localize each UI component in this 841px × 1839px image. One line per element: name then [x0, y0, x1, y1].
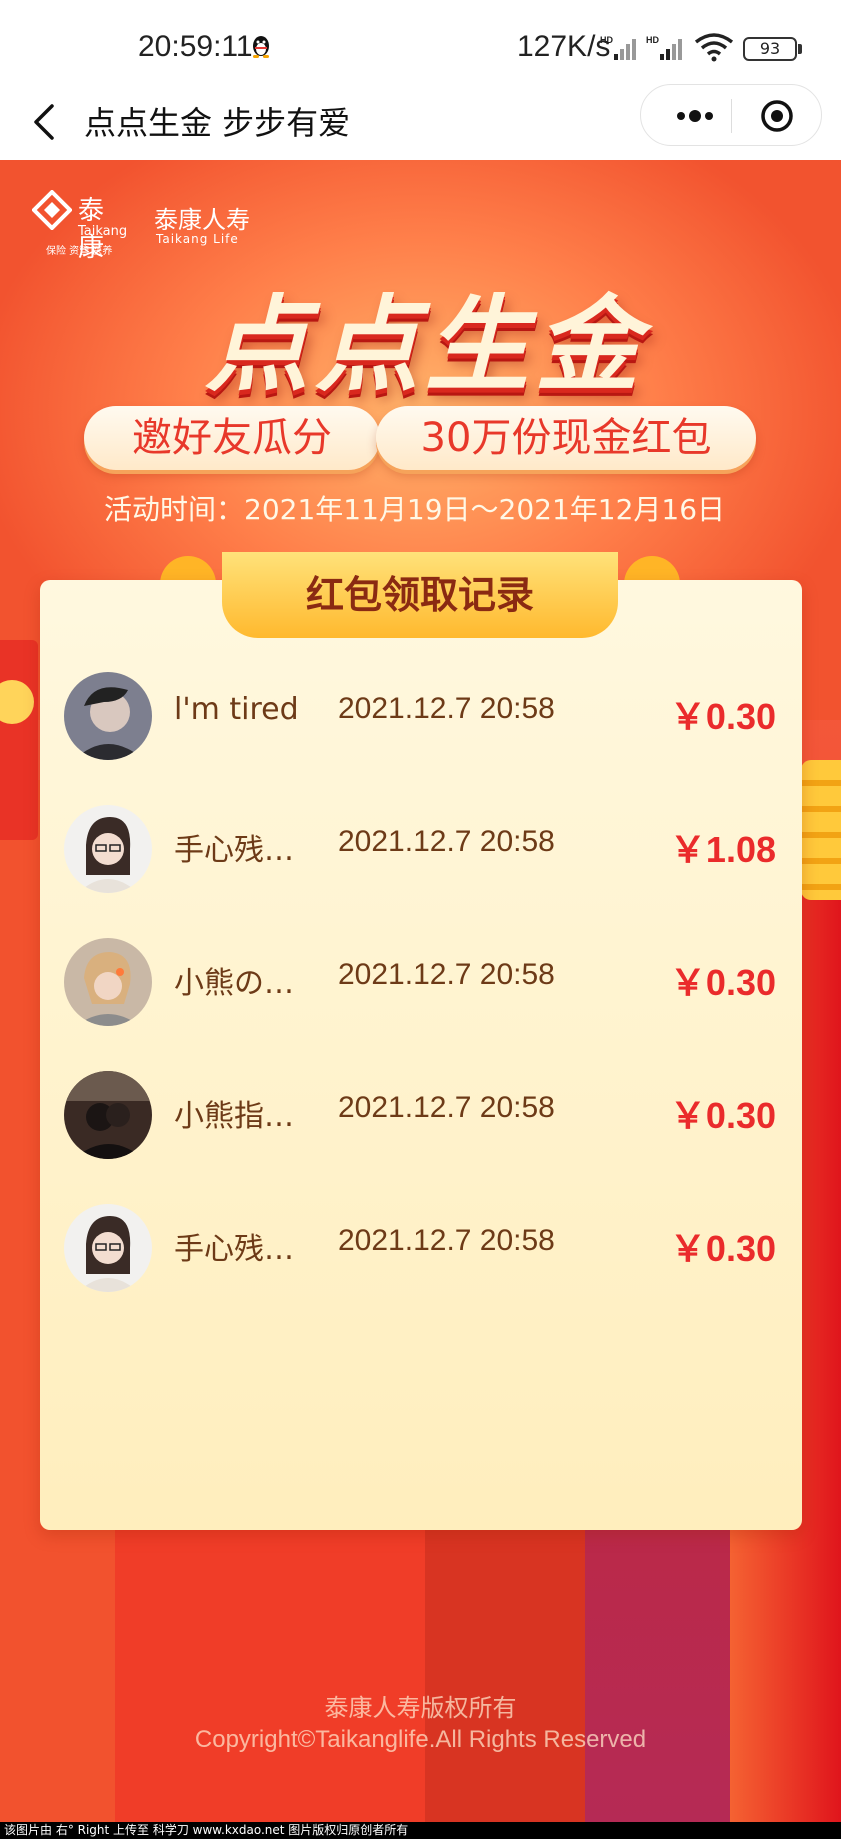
- record-row: 小熊の… 2021.12.7 20:58 ￥0.30: [40, 918, 802, 1048]
- capsule-divider: [731, 99, 732, 133]
- svg-text:HD: HD: [600, 35, 613, 45]
- more-dots-icon[interactable]: [669, 103, 739, 129]
- signal-hd-icon: HD: [600, 35, 636, 60]
- avatar: [64, 805, 152, 893]
- campaign-page: 泰康 Taikang 保险 资管 医养 泰康人寿 Taikang Life 点点…: [0, 160, 841, 1822]
- avatar: [64, 1204, 152, 1292]
- brand2-name-en: Taikang Life: [156, 232, 239, 246]
- record-time: 2021.12.7 20:58: [338, 1224, 555, 1257]
- record-amount: ￥0.30: [669, 962, 776, 1003]
- campaign-title: 点点生金: [204, 284, 645, 406]
- record-amount: ￥1.08: [669, 829, 776, 870]
- signal-hd-icon-2: HD: [646, 35, 682, 60]
- red-envelope-decoration: [0, 640, 38, 840]
- record-time: 2021.12.7 20:58: [338, 958, 555, 991]
- record-name: 小熊指…: [174, 1099, 294, 1134]
- record-time: 2021.12.7 20:58: [338, 692, 555, 725]
- record-amount: ￥0.30: [669, 1095, 776, 1136]
- record-row: l'm tired 2021.12.7 20:58 ￥0.30: [40, 652, 802, 782]
- invite-friends-pill: 邀好友瓜分: [84, 406, 380, 470]
- svg-text:HD: HD: [646, 35, 659, 45]
- activity-time: 活动时间：2021年11月19日～2021年12月16日: [104, 493, 726, 526]
- record-amount: ￥0.30: [669, 696, 776, 737]
- record-time: 2021.12.7 20:58: [338, 1091, 555, 1124]
- brand2-name-cn: 泰康人寿: [154, 206, 250, 234]
- image-watermark: 该图片由 右° Right 上传至 科学刀 www.kxdao.net 图片版权…: [0, 1822, 841, 1839]
- record-name: l'm tired: [174, 692, 299, 727]
- record-row: 手心残… 2021.12.7 20:58 ￥1.08: [40, 785, 802, 915]
- record-amount: ￥0.30: [669, 1228, 776, 1269]
- taikang-logo-icon: [32, 190, 72, 230]
- avatar: [64, 672, 152, 760]
- record-name: 手心残…: [174, 1232, 294, 1267]
- copyright-en: Copyright©Taikanglife.All Rights Reserve…: [194, 1726, 647, 1753]
- record-name: 小熊の…: [174, 966, 294, 1001]
- record-time: 2021.12.7 20:58: [338, 825, 555, 858]
- miniprogram-capsule: [640, 84, 822, 146]
- wifi-icon: [694, 33, 734, 62]
- copyright-cn-text: 泰康人寿版权所有: [324, 1694, 517, 1722]
- qq-penguin-icon: [253, 36, 269, 58]
- record-row: 手心残… 2021.12.7 20:58 ￥0.30: [40, 1184, 802, 1314]
- record-row: 小熊指… 2021.12.7 20:58 ￥0.30: [40, 1051, 802, 1181]
- cash-envelope-pill: 30万份现金红包: [376, 406, 756, 470]
- back-arrow-icon[interactable]: [26, 98, 66, 146]
- network-speed: 127K/s: [517, 30, 611, 63]
- brand-name-en: Taikang: [78, 224, 128, 239]
- avatar: [64, 938, 152, 1026]
- status-bar: 20:59:11 127K/s HD HD 93: [0, 0, 841, 84]
- status-time: 20:59:11: [138, 30, 253, 63]
- avatar: [64, 1071, 152, 1159]
- battery-icon: 93: [743, 37, 802, 61]
- nav-bar: 点点生金 步步有爱: [0, 84, 841, 160]
- record-name: 手心残…: [174, 833, 294, 868]
- close-target-icon[interactable]: [759, 98, 795, 134]
- page-title: 点点生金 步步有爱: [84, 104, 351, 142]
- coin-stack-decoration: [801, 760, 841, 900]
- brand-tagline: 保险 资管 医养: [46, 246, 113, 257]
- records-title: 红包领取记录: [305, 573, 534, 617]
